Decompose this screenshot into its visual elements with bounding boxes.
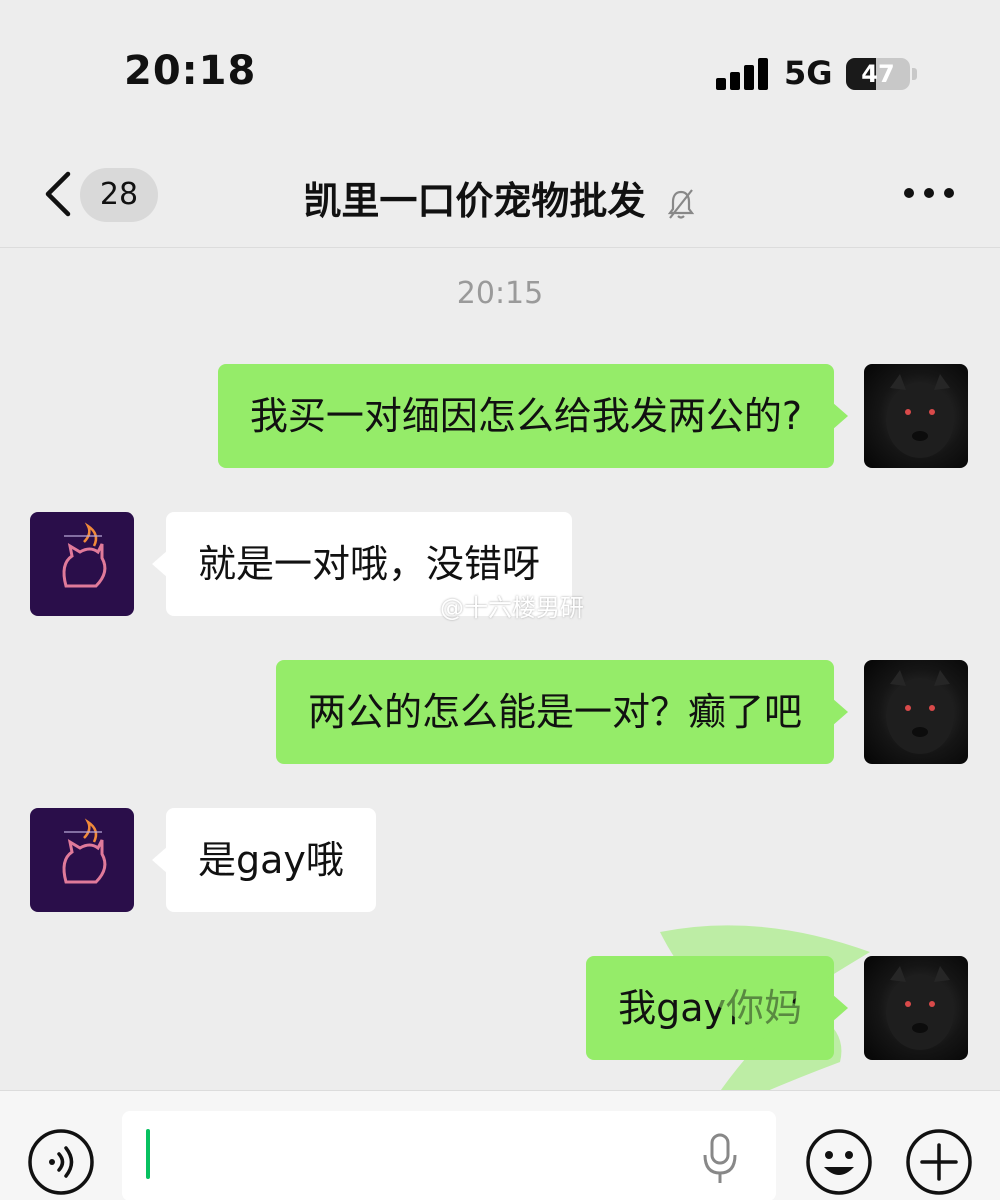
network-type: 5G: [784, 54, 833, 92]
battery-icon: 47: [846, 58, 910, 90]
watermark: @十六楼男研: [440, 594, 584, 622]
voice-icon[interactable]: [26, 1127, 96, 1197]
cat-logo-icon: [62, 818, 107, 884]
status-bar: 20:18 5G 47: [0, 0, 1000, 140]
input-bar: [0, 1090, 1000, 1200]
text-cursor: [146, 1129, 150, 1179]
mic-icon[interactable]: [700, 1131, 740, 1187]
back-icon[interactable]: [38, 168, 78, 220]
message-input[interactable]: [122, 1111, 776, 1200]
chat-title: 凯里一口价宠物批发: [303, 179, 646, 223]
message-bubble-sent[interactable]: 两公的怎么能是一对？癫了吧: [275, 660, 849, 764]
cat-logo-icon: [62, 522, 107, 588]
chat-title-wrap: 凯里一口价宠物批发: [180, 170, 820, 225]
shop-avatar[interactable]: [30, 512, 134, 616]
plus-icon[interactable]: [904, 1127, 974, 1197]
emoji-icon[interactable]: [804, 1127, 874, 1197]
my-avatar[interactable]: [864, 364, 968, 468]
message-bubble-received[interactable]: 是gay哦: [152, 808, 376, 912]
more-icon[interactable]: [904, 188, 954, 200]
message-bubble-sent[interactable]: 我买一对缅因怎么给我发两公的?: [217, 364, 849, 468]
chat-header: 28 凯里一口价宠物批发: [0, 140, 1000, 248]
unread-count-badge[interactable]: 28: [80, 168, 158, 222]
battery-nub: [912, 68, 917, 80]
battery-level: 47: [861, 60, 895, 88]
panther-avatar-icon: [886, 374, 954, 458]
my-avatar[interactable]: [864, 660, 968, 764]
status-time: 20:18: [124, 48, 257, 94]
mute-bell-icon: [667, 188, 694, 219]
shop-avatar[interactable]: [30, 808, 134, 912]
signal-icon: [716, 56, 770, 90]
panther-avatar-icon: [886, 670, 954, 754]
message-timestamp: 20:15: [456, 276, 544, 311]
